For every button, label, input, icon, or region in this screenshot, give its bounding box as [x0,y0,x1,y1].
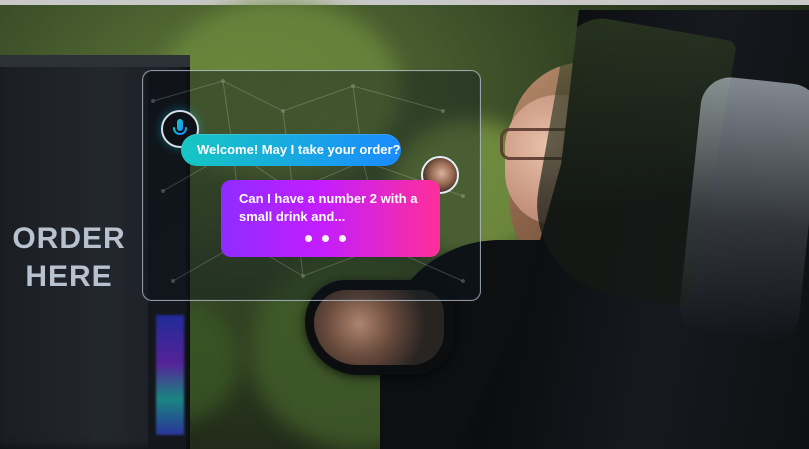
drive-thru-photo: ORDER HERE Welcome! May I take your orde… [0,0,809,449]
audio-visualizer [156,315,184,435]
typing-dot [305,235,312,242]
typing-dot [339,235,346,242]
order-kiosk-top [0,55,190,67]
top-border [0,0,809,5]
typing-dot [322,235,329,242]
order-here-sign: ORDER HERE [12,222,126,293]
user-message-text: Can I have a number 2 with a small drink… [239,191,418,224]
user-message-bubble: Can I have a number 2 with a small drink… [221,180,440,257]
assistant-message-bubble: Welcome! May I take your order? [181,134,401,166]
typing-indicator [305,233,355,245]
side-mirror-reflection [314,290,444,365]
